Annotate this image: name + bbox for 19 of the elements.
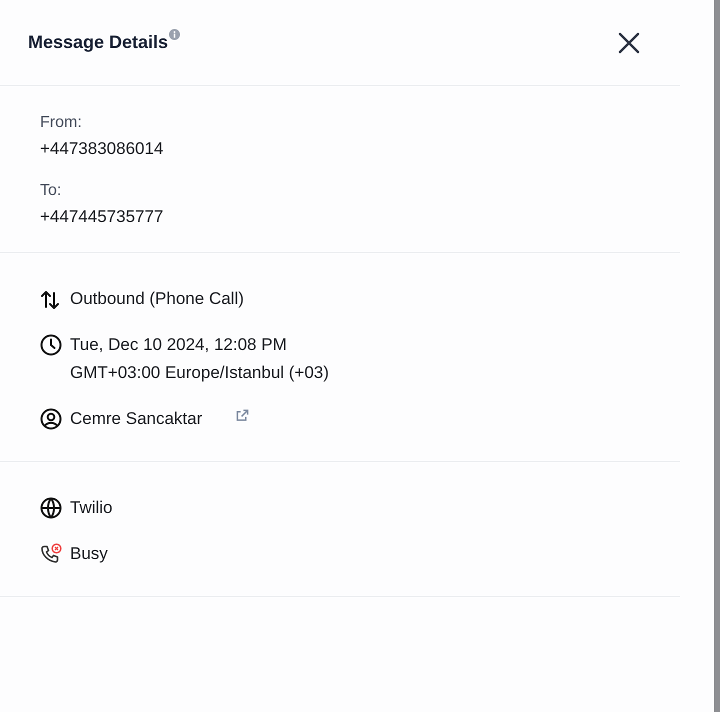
info-icon[interactable] [169,29,180,40]
detail-text: GMT+03:00 Europe/Istanbul (+03) [70,362,329,384]
close-button[interactable] [618,32,640,54]
detail-text: Tue, Dec 10 2024, 12:08 PM [70,334,288,356]
swap-arrows-icon [40,288,62,310]
clock-icon [40,334,62,356]
user-circle-icon [40,408,62,430]
missed-call-icon [40,543,62,565]
field-value: +447383086014 [40,138,164,160]
detail-text: Twilio [70,497,113,519]
panel-title: Message Details [28,31,168,54]
field-label: From: [40,113,83,133]
detail-text: Busy [70,543,108,565]
field-label: To: [40,181,62,201]
external-link-icon[interactable] [236,409,250,422]
detail-text: Cemre Sancaktar [70,408,202,430]
globe-icon [40,497,62,519]
field-value: +447445735777 [40,206,164,228]
detail-text: Outbound (Phone Call) [70,288,244,310]
